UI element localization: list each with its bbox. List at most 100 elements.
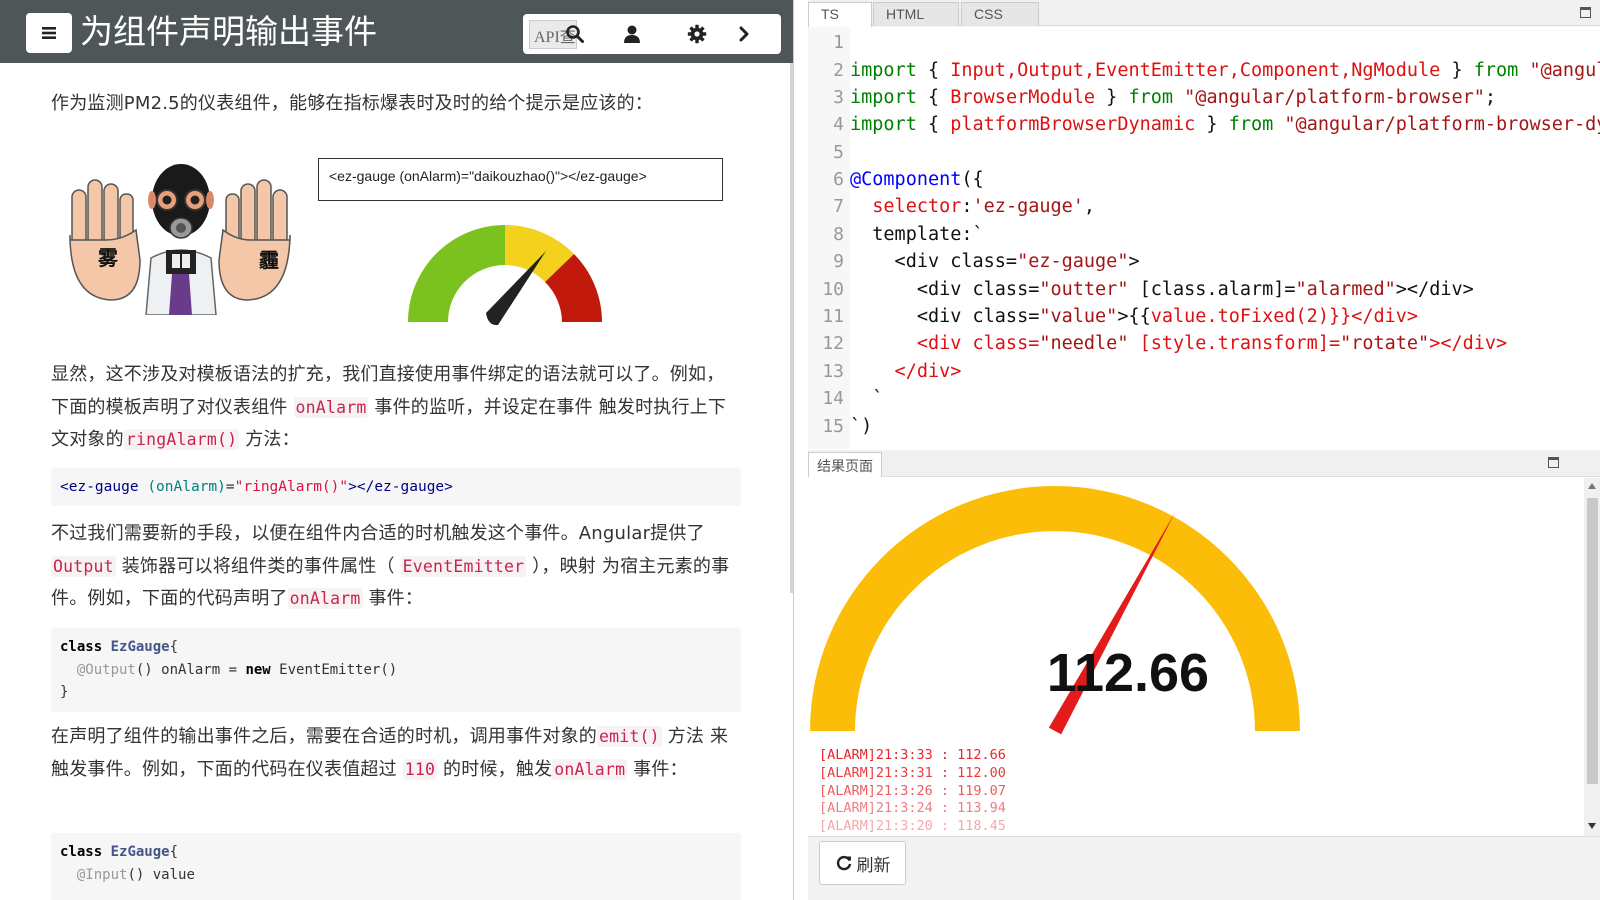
code-token: from — [1128, 87, 1174, 108]
line-number: 5 — [833, 142, 844, 163]
code-token: { — [169, 844, 179, 860]
pane-divider[interactable] — [793, 0, 794, 900]
code-token: <div class= — [850, 279, 1040, 300]
code-token: <div class= — [850, 251, 1018, 272]
paragraph-emit: 在声明了组件的输出事件之后，需要在合适的时机，调用事件对象的 emit() 方法 … — [51, 721, 741, 786]
paragraph-output-decorator: 不过我们需要新的手段，以便在组件内合适的时机触发这个事件。Angular提供了 … — [51, 518, 741, 616]
code-token: } — [1440, 60, 1474, 81]
line-number: 11 — [822, 306, 844, 327]
code-token: } — [60, 684, 69, 700]
hand-right-text: 霾 — [259, 248, 279, 272]
code-token: , — [1083, 196, 1096, 217]
code-token: "@angular/platform-browser-dy — [1273, 114, 1600, 135]
text-segment: 事件： — [362, 588, 424, 609]
line-number: 1 — [833, 32, 844, 53]
code-token: "rotate" — [1340, 333, 1430, 354]
code-token: >{{ — [1117, 306, 1151, 327]
editor-tab-bar: TS HTML CSS — [808, 0, 1600, 27]
code-token: <div class= — [850, 306, 1040, 327]
line-number: 8 — [833, 224, 844, 245]
code-token: @Output — [76, 661, 136, 678]
code-token: (2)}}</div> — [1295, 306, 1419, 327]
alarm-log-entry: [ALARM]21:3:24 : 113.94 — [819, 800, 1006, 817]
inline-code: 110 — [402, 758, 438, 780]
code-token: import — [850, 87, 917, 108]
code-token: [style.transform]= — [1128, 333, 1341, 354]
tab-ts[interactable]: TS — [808, 2, 872, 27]
code-token: "value" — [1039, 306, 1118, 327]
code-token: > — [1128, 251, 1140, 272]
right-hand — [218, 179, 291, 301]
line-number: 10 — [822, 279, 844, 300]
code-token: () onAlarm = — [135, 661, 246, 678]
code-token: template:` — [850, 224, 984, 245]
code-token: EventEmitter() — [270, 661, 398, 678]
code-token: "@angular/platform-browser" — [1173, 87, 1485, 108]
line-number: 13 — [822, 361, 844, 382]
code-token: { — [916, 87, 951, 108]
chevron-right-icon[interactable] — [732, 22, 756, 46]
code-token: Input,Output,EventEmitter,Component,NgMo… — [950, 60, 1441, 81]
inline-code: Output — [51, 555, 116, 577]
user-icon[interactable] — [620, 22, 644, 46]
hand-left-text: 雾 — [98, 246, 119, 270]
result-panel: 结果页面 112.66 [ALARM]21:3:33 : 112.66 [ALA… — [808, 450, 1600, 900]
text-segment: 装饰器可以将组件类的事件属性（ — [115, 555, 401, 577]
code-area[interactable]: 1 2 import { Input,Output,EventEmitter,Co… — [808, 27, 1600, 449]
code-token: new — [245, 661, 271, 678]
code-block-template: <ez-gauge (onAlarm)="ringAlarm()"></ez-g… — [51, 468, 741, 506]
code-token: "outter" — [1039, 279, 1129, 300]
code-token: ></div> — [1429, 333, 1508, 354]
menu-button[interactable] — [26, 13, 72, 53]
text-segment: 在声明了组件的输出事件之后，需要在合适的时机，调用事件对象的 — [51, 726, 597, 747]
refresh-bar: 刷新 — [808, 836, 1600, 900]
line-number: 3 — [833, 87, 844, 108]
code-token: ></div> — [1395, 279, 1474, 300]
tab-css[interactable]: CSS — [961, 2, 1039, 26]
refresh-button[interactable]: 刷新 — [819, 841, 906, 885]
code-token: <ez-gauge — [60, 479, 148, 495]
scrollbar-thumb[interactable] — [1587, 498, 1598, 784]
maximize-editor-icon[interactable] — [1580, 7, 1591, 18]
code-token: <div class= — [850, 333, 1040, 354]
alarm-tag-box: <ez-gauge (onAlarm)="daikouzhao()"></ez-… — [318, 158, 723, 201]
gear-icon[interactable] — [685, 22, 709, 46]
text-segment: 方法： — [239, 429, 300, 450]
tab-html[interactable]: HTML — [873, 2, 959, 26]
code-token: import — [850, 60, 917, 81]
code-editor-panel: TS HTML CSS 1 2 import { Input,Output,Eve… — [808, 0, 1600, 449]
code-token: : — [961, 196, 973, 217]
vertical-scrollbar[interactable] — [1584, 478, 1600, 836]
tutorial-pane: 为组件声明输出事件 API查询 — [0, 0, 793, 900]
code-token: from — [1228, 114, 1274, 135]
code-token: import — [850, 114, 917, 135]
line-number: 9 — [833, 251, 844, 272]
code-token: "@angul — [1518, 60, 1600, 81]
code-token: "ez-gauge" — [1017, 251, 1129, 272]
tab-result[interactable]: 结果页面 — [808, 452, 882, 477]
page-title: 为组件声明输出事件 — [80, 12, 377, 51]
left-hand — [69, 179, 141, 301]
search-icon[interactable] — [563, 22, 587, 46]
scroll-down-icon[interactable] — [1587, 822, 1597, 830]
line-number: 6 — [833, 169, 844, 190]
code-token: platformBrowserDynamic — [950, 114, 1196, 135]
code-token: `) — [850, 416, 873, 437]
text-segment: 不过我们需要新的手段，以便在组件内合适的时机触发这个事件。Angular提供了 — [51, 523, 705, 544]
code-token: ; — [1484, 87, 1497, 108]
maximize-result-icon[interactable] — [1548, 457, 1559, 468]
refresh-icon — [836, 855, 851, 871]
code-token: { — [169, 639, 179, 655]
code-token: ` — [850, 388, 884, 409]
code-token: EzGauge — [110, 639, 170, 655]
code-token: "needle" — [1039, 333, 1129, 354]
code-token: } — [1095, 87, 1129, 108]
hamburger-icon — [42, 27, 56, 39]
code-token: @Input — [76, 866, 128, 883]
code-token: [class.alarm]= — [1128, 279, 1296, 300]
code-token: ></ez-gauge> — [348, 479, 453, 495]
code-token: () value — [127, 866, 195, 883]
inline-code: EventEmitter — [400, 555, 527, 577]
code-token: BrowserModule — [950, 87, 1096, 108]
scroll-up-icon[interactable] — [1587, 482, 1597, 490]
